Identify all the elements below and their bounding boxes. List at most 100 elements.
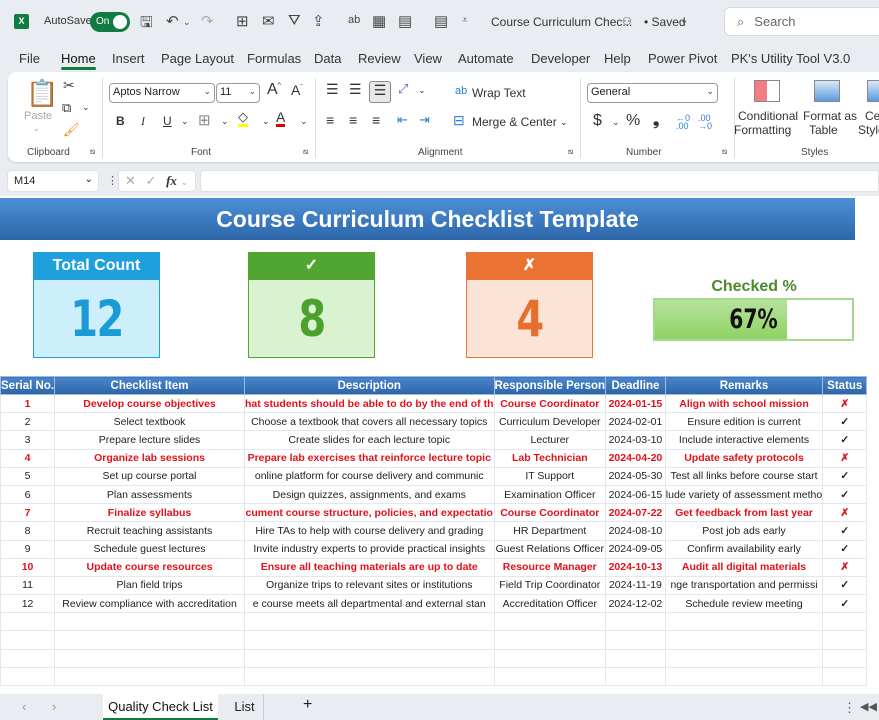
- person-cell[interactable]: Course Coordinator: [493, 393, 607, 414]
- tab-home[interactable]: Home: [61, 51, 96, 70]
- item-cell[interactable]: Schedule guest lectures: [54, 539, 245, 559]
- percent-button[interactable]: %: [626, 112, 640, 130]
- item-cell[interactable]: Develop course objectives: [54, 393, 245, 414]
- description-cell[interactable]: Choose a textbook that covers all necess…: [244, 412, 495, 432]
- paste-icon[interactable]: 📋: [26, 78, 58, 109]
- alignment-launcher-icon[interactable]: ⧅: [568, 147, 573, 157]
- empty-cell[interactable]: [867, 595, 879, 613]
- increase-font-size-icon[interactable]: A^: [267, 81, 281, 99]
- remarks-cell[interactable]: Get feedback from last year: [664, 503, 824, 523]
- decrease-decimal-icon[interactable]: .00 →0: [698, 114, 712, 131]
- item-cell[interactable]: Recruit teaching assistants: [54, 521, 245, 541]
- format-as-table-icon[interactable]: [814, 80, 840, 102]
- next-sheet-icon[interactable]: ›: [52, 699, 56, 714]
- currency-dropdown-icon[interactable]: ⌄: [612, 117, 620, 128]
- tab-review[interactable]: Review: [358, 51, 401, 66]
- empty-cell[interactable]: [867, 613, 879, 631]
- empty-cell[interactable]: [867, 576, 879, 594]
- tab-insert[interactable]: Insert: [112, 51, 145, 66]
- increase-indent-icon[interactable]: ⇥: [419, 112, 430, 128]
- tab-automate[interactable]: Automate: [458, 51, 514, 66]
- empty-cell[interactable]: [244, 666, 495, 687]
- person-cell[interactable]: HR Department: [493, 521, 607, 541]
- person-cell[interactable]: Accreditation Officer: [493, 594, 607, 614]
- item-cell[interactable]: Organize lab sessions: [54, 448, 245, 468]
- font-size-select[interactable]: 11 ⌄: [216, 83, 260, 103]
- share-people-icon[interactable]: ⚇: [622, 15, 632, 28]
- empty-cell[interactable]: [867, 449, 879, 467]
- empty-cell[interactable]: [493, 612, 607, 632]
- empty-cell[interactable]: [867, 485, 879, 503]
- formula-input[interactable]: [200, 170, 879, 192]
- bold-button[interactable]: B: [116, 114, 125, 128]
- empty-cell[interactable]: [0, 648, 56, 668]
- deadline-cell[interactable]: 2024-04-20: [605, 448, 666, 468]
- column-header-deadline[interactable]: Deadline: [605, 376, 666, 395]
- empty-cell[interactable]: [54, 666, 245, 687]
- empty-cell[interactable]: [822, 666, 868, 687]
- empty-cell[interactable]: [0, 612, 56, 632]
- serial-cell[interactable]: 1: [0, 393, 56, 414]
- item-cell[interactable]: Select textbook: [54, 412, 245, 432]
- decrease-font-size-icon[interactable]: Aˇ: [291, 82, 303, 98]
- empty-cell[interactable]: [867, 558, 879, 576]
- empty-cell[interactable]: [493, 630, 607, 650]
- person-cell[interactable]: Lab Technician: [493, 448, 607, 468]
- insert-function-icon[interactable]: fx: [166, 173, 177, 188]
- deadline-cell[interactable]: 2024-06-15: [605, 484, 666, 505]
- empty-cell[interactable]: [244, 648, 495, 668]
- tab-view[interactable]: View: [414, 51, 442, 66]
- person-cell[interactable]: IT Support: [493, 466, 607, 486]
- undo-icon[interactable]: ↶: [166, 12, 179, 30]
- item-cell[interactable]: Finalize syllabus: [54, 503, 245, 523]
- empty-cell[interactable]: [54, 612, 245, 632]
- empty-cell[interactable]: [664, 648, 824, 668]
- remarks-cell[interactable]: Update safety protocols: [664, 448, 824, 468]
- remarks-cell[interactable]: Align with school mission: [664, 393, 824, 414]
- serial-cell[interactable]: 10: [0, 557, 56, 577]
- empty-cell[interactable]: [664, 666, 824, 687]
- empty-cell[interactable]: [54, 630, 245, 650]
- orientation-dropdown-icon[interactable]: ⌄: [418, 85, 426, 96]
- remarks-cell[interactable]: Include interactive elements: [664, 430, 824, 450]
- empty-cell[interactable]: [822, 630, 868, 650]
- deadline-cell[interactable]: 2024-01-15: [605, 393, 666, 414]
- empty-cell[interactable]: [54, 648, 245, 668]
- borders-icon[interactable]: ⊞: [236, 12, 249, 30]
- font-launcher-icon[interactable]: ⧅: [303, 147, 308, 157]
- empty-cell[interactable]: [867, 667, 879, 685]
- description-cell[interactable]: Prepare lab exercises that reinforce lec…: [244, 448, 495, 468]
- more-options-icon[interactable]: ⋮: [107, 174, 118, 187]
- fill-color-icon[interactable]: ◇: [238, 110, 248, 127]
- cancel-icon[interactable]: ✕: [125, 173, 136, 188]
- tab-page-layout[interactable]: Page Layout: [161, 51, 234, 66]
- empty-cell[interactable]: [605, 630, 666, 650]
- deadline-cell[interactable]: 2024-08-10: [605, 521, 666, 541]
- tab-pk-utility-tool[interactable]: PK's Utility Tool V3.0: [731, 51, 850, 66]
- align-right-icon[interactable]: ≡: [372, 112, 380, 128]
- font-color-dropdown-icon[interactable]: ⌄: [300, 116, 308, 127]
- scroll-left-icon[interactable]: ◀◀: [860, 700, 877, 713]
- search-box[interactable]: ⌕ Search: [724, 7, 879, 36]
- document-title[interactable]: Course Curriculum Chec...: [491, 15, 632, 29]
- column-header-description[interactable]: Description: [244, 376, 495, 395]
- serial-cell[interactable]: 8: [0, 521, 56, 541]
- item-cell[interactable]: Plan field trips: [54, 575, 245, 596]
- copy-dropdown-icon[interactable]: ⌄: [82, 102, 90, 113]
- sheet-tab-quality-check-list[interactable]: Quality Check List: [103, 694, 218, 720]
- empty-cell[interactable]: [867, 413, 879, 431]
- description-cell[interactable]: cument course structure, policies, and e…: [244, 503, 495, 523]
- empty-cell[interactable]: [867, 395, 879, 413]
- item-cell[interactable]: Plan assessments: [54, 484, 245, 505]
- italic-button[interactable]: I: [141, 114, 145, 129]
- deadline-cell[interactable]: 2024-02-01: [605, 412, 666, 432]
- empty-cell[interactable]: [244, 630, 495, 650]
- description-cell[interactable]: online platform for course delivery and …: [244, 466, 495, 486]
- filter-icon[interactable]: ⛛: [288, 12, 301, 29]
- conditional-formatting-icon[interactable]: [754, 80, 780, 102]
- description-cell[interactable]: Ensure all teaching materials are up to …: [244, 557, 495, 577]
- serial-cell[interactable]: 2: [0, 412, 56, 432]
- serial-cell[interactable]: 5: [0, 466, 56, 486]
- empty-cell[interactable]: [822, 648, 868, 668]
- tab-formulas[interactable]: Formulas: [247, 51, 301, 66]
